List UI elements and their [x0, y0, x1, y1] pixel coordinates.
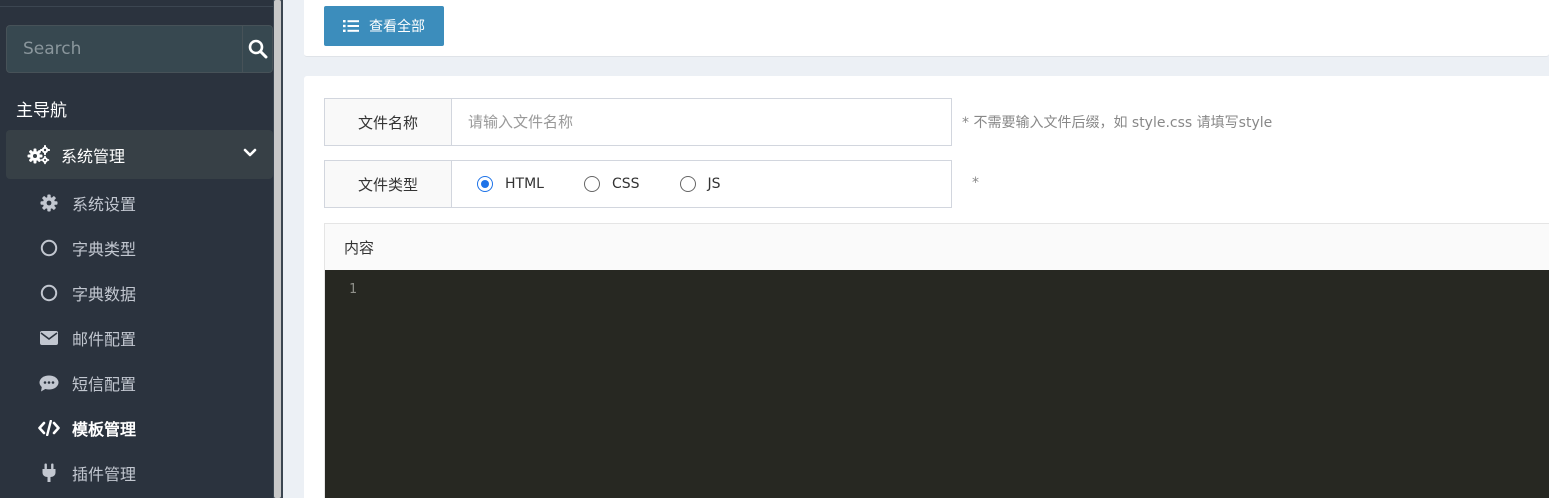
sidebar-divider	[0, 0, 273, 7]
sidebar-scrollbar[interactable]	[273, 0, 283, 498]
content-panel: 内容 1	[324, 223, 1549, 498]
envelope-icon	[38, 327, 60, 349]
code-editor[interactable]: 1	[325, 270, 1549, 498]
file-type-group: 文件类型 HTML CSS JS	[324, 160, 952, 208]
circle-icon	[38, 282, 60, 304]
gears-icon	[27, 144, 50, 164]
view-all-button[interactable]: 查看全部	[324, 6, 444, 46]
sidebar-item-label: 字典类型	[72, 240, 137, 259]
sidebar-item-sms-config[interactable]: 短信配置	[38, 371, 136, 395]
code-icon	[38, 417, 60, 439]
radio-css-circle[interactable]	[583, 176, 600, 192]
sidebar-item-plugin-management[interactable]: 插件管理	[38, 461, 136, 485]
file-name-help: * 不需要输入文件后缀，如 style.css 请填写style	[962, 115, 1273, 131]
chevron-down-icon	[243, 148, 257, 157]
list-icon	[343, 20, 359, 32]
plug-icon	[38, 462, 60, 484]
radio-js-label: JS	[707, 176, 721, 192]
file-name-label: 文件名称	[325, 99, 452, 145]
file-type-radio-group: HTML CSS JS	[452, 161, 951, 207]
search-icon	[248, 39, 267, 59]
radio-html-label: HTML	[505, 176, 544, 192]
line-number: 1	[349, 282, 357, 297]
sidebar-item-label: 插件管理	[72, 465, 137, 484]
sidebar-item-label: 短信配置	[72, 375, 137, 394]
radio-css[interactable]: CSS	[583, 176, 640, 192]
sidebar-item-template-management[interactable]: 模板管理	[38, 416, 136, 440]
form-box: 文件名称 * 不需要输入文件后缀，如 style.css 请填写style 文件…	[304, 76, 1549, 498]
sidebar: 主导航 系统管理	[0, 0, 283, 498]
sidebar-item-label: 字典数据	[72, 285, 137, 304]
sidebar-item-dict-type[interactable]: 字典类型	[38, 236, 136, 260]
radio-html-circle[interactable]	[477, 176, 493, 192]
search-input[interactable]	[7, 26, 242, 72]
file-type-help: *	[972, 175, 979, 191]
toolbar-box: 查看全部	[304, 0, 1549, 57]
content-label: 内容	[325, 224, 1549, 270]
sidebar-item-label: 模板管理	[72, 420, 137, 439]
radio-css-label: CSS	[611, 176, 640, 192]
gear-icon	[38, 192, 60, 214]
sidebar-item-dict-data[interactable]: 字典数据	[38, 281, 136, 305]
sidebar-search-form	[6, 25, 273, 73]
sidebar-item-mail-config[interactable]: 邮件配置	[38, 326, 136, 350]
circle-icon	[38, 237, 60, 259]
sidebar-menu: 主导航 系统管理	[0, 0, 273, 498]
comment-icon	[38, 372, 60, 394]
radio-js-circle[interactable]	[679, 176, 696, 192]
sidebar-item-system-management[interactable]: 系统管理	[6, 130, 273, 179]
radio-html[interactable]: HTML	[477, 176, 544, 192]
file-name-input[interactable]	[452, 99, 951, 145]
sidebar-item-label: 系统设置	[72, 195, 137, 214]
nav-header: 主导航	[16, 101, 67, 121]
sidebar-item-label: 系统管理	[61, 146, 126, 166]
file-type-label: 文件类型	[325, 161, 452, 207]
file-name-group: 文件名称	[324, 98, 952, 146]
sidebar-item-label: 邮件配置	[72, 330, 137, 349]
scrollbar-thumb[interactable]	[274, 0, 281, 498]
view-all-label: 查看全部	[369, 19, 425, 35]
radio-js[interactable]: JS	[679, 176, 721, 192]
search-button[interactable]	[242, 26, 272, 72]
sidebar-item-system-settings[interactable]: 系统设置	[38, 191, 136, 215]
